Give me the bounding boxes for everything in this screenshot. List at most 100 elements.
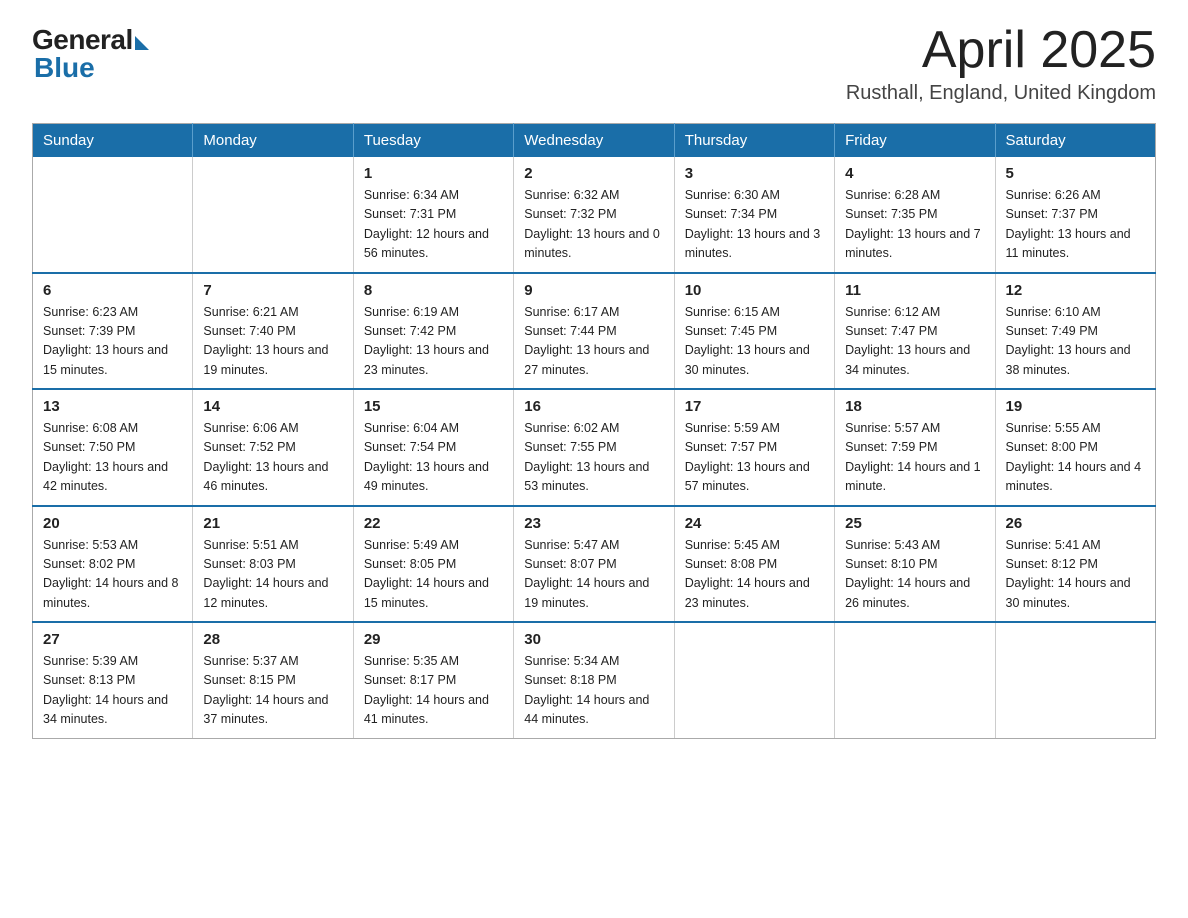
day-number: 8: [364, 282, 503, 299]
day-info: Sunrise: 5:43 AM Sunset: 8:10 PM Dayligh…: [845, 536, 984, 614]
day-number: 13: [43, 398, 182, 415]
day-number: 27: [43, 631, 182, 648]
calendar-cell: 17 Sunrise: 5:59 AM Sunset: 7:57 PM Dayli…: [674, 389, 834, 506]
calendar-cell: 24 Sunrise: 5:45 AM Sunset: 8:08 PM Dayli…: [674, 506, 834, 623]
day-number: 25: [845, 515, 984, 532]
calendar-table: SundayMondayTuesdayWednesdayThursdayFrid…: [32, 123, 1156, 739]
calendar-cell: 12 Sunrise: 6:10 AM Sunset: 7:49 PM Dayli…: [995, 273, 1155, 390]
day-info: Sunrise: 5:35 AM Sunset: 8:17 PM Dayligh…: [364, 652, 503, 730]
calendar-week-row: 13 Sunrise: 6:08 AM Sunset: 7:50 PM Dayli…: [33, 389, 1156, 506]
calendar-cell: 10 Sunrise: 6:15 AM Sunset: 7:45 PM Dayli…: [674, 273, 834, 390]
logo-arrow-icon: [135, 36, 149, 50]
calendar-cell: 26Sunrise: 5:41 AM Sunset: 8:12 PM Dayli…: [995, 506, 1155, 623]
day-number: 12: [1006, 282, 1145, 299]
calendar-cell: 30 Sunrise: 5:34 AM Sunset: 8:18 PM Dayli…: [514, 622, 674, 738]
logo: General Blue: [32, 24, 149, 84]
calendar-cell: 3Sunrise: 6:30 AM Sunset: 7:34 PM Daylig…: [674, 157, 834, 273]
calendar-cell: [835, 622, 995, 738]
calendar-cell: 22 Sunrise: 5:49 AM Sunset: 8:05 PM Dayli…: [353, 506, 513, 623]
calendar-cell: 4Sunrise: 6:28 AM Sunset: 7:35 PM Daylig…: [835, 157, 995, 273]
calendar-cell: 21Sunrise: 5:51 AM Sunset: 8:03 PM Dayli…: [193, 506, 353, 623]
calendar-cell: 20 Sunrise: 5:53 AM Sunset: 8:02 PM Dayli…: [33, 506, 193, 623]
day-number: 14: [203, 398, 342, 415]
day-number: 29: [364, 631, 503, 648]
calendar-cell: 9 Sunrise: 6:17 AM Sunset: 7:44 PM Daylig…: [514, 273, 674, 390]
day-number: 24: [685, 515, 824, 532]
day-info: Sunrise: 6:04 AM Sunset: 7:54 PM Dayligh…: [364, 419, 503, 497]
calendar-week-row: 27 Sunrise: 5:39 AM Sunset: 8:13 PM Dayli…: [33, 622, 1156, 738]
day-info: Sunrise: 6:10 AM Sunset: 7:49 PM Dayligh…: [1006, 303, 1145, 381]
day-info: Sunrise: 6:19 AM Sunset: 7:42 PM Dayligh…: [364, 303, 503, 381]
logo-blue-text: Blue: [32, 52, 95, 84]
day-info: Sunrise: 6:02 AM Sunset: 7:55 PM Dayligh…: [524, 419, 663, 497]
calendar-cell: 29 Sunrise: 5:35 AM Sunset: 8:17 PM Dayli…: [353, 622, 513, 738]
calendar-cell: 15 Sunrise: 6:04 AM Sunset: 7:54 PM Dayli…: [353, 389, 513, 506]
day-number: 6: [43, 282, 182, 299]
weekday-header-thursday: Thursday: [674, 124, 834, 158]
day-number: 15: [364, 398, 503, 415]
day-info: Sunrise: 5:55 AM Sunset: 8:00 PM Dayligh…: [1006, 419, 1145, 497]
day-number: 9: [524, 282, 663, 299]
day-number: 2: [524, 165, 663, 182]
day-number: 20: [43, 515, 182, 532]
weekday-header-friday: Friday: [835, 124, 995, 158]
day-info: Sunrise: 6:23 AM Sunset: 7:39 PM Dayligh…: [43, 303, 182, 381]
day-info: Sunrise: 5:37 AM Sunset: 8:15 PM Dayligh…: [203, 652, 342, 730]
calendar-cell: 11 Sunrise: 6:12 AM Sunset: 7:47 PM Dayli…: [835, 273, 995, 390]
weekday-header-wednesday: Wednesday: [514, 124, 674, 158]
day-info: Sunrise: 6:17 AM Sunset: 7:44 PM Dayligh…: [524, 303, 663, 381]
day-number: 23: [524, 515, 663, 532]
calendar-cell: 2Sunrise: 6:32 AM Sunset: 7:32 PM Daylig…: [514, 157, 674, 273]
day-info: Sunrise: 6:26 AM Sunset: 7:37 PM Dayligh…: [1006, 186, 1145, 264]
day-number: 19: [1006, 398, 1145, 415]
calendar-cell: 13 Sunrise: 6:08 AM Sunset: 7:50 PM Dayli…: [33, 389, 193, 506]
page-header: General Blue April 2025 Rusthall, Englan…: [32, 24, 1156, 105]
day-number: 7: [203, 282, 342, 299]
calendar-cell: [33, 157, 193, 273]
day-info: Sunrise: 5:53 AM Sunset: 8:02 PM Dayligh…: [43, 536, 182, 614]
day-number: 16: [524, 398, 663, 415]
day-info: Sunrise: 5:34 AM Sunset: 8:18 PM Dayligh…: [524, 652, 663, 730]
day-info: Sunrise: 5:51 AM Sunset: 8:03 PM Dayligh…: [203, 536, 342, 614]
day-number: 1: [364, 165, 503, 182]
day-number: 22: [364, 515, 503, 532]
day-info: Sunrise: 5:45 AM Sunset: 8:08 PM Dayligh…: [685, 536, 824, 614]
calendar-cell: 5 Sunrise: 6:26 AM Sunset: 7:37 PM Daylig…: [995, 157, 1155, 273]
calendar-cell: 1Sunrise: 6:34 AM Sunset: 7:31 PM Daylig…: [353, 157, 513, 273]
calendar-cell: 7Sunrise: 6:21 AM Sunset: 7:40 PM Daylig…: [193, 273, 353, 390]
calendar-cell: 6 Sunrise: 6:23 AM Sunset: 7:39 PM Daylig…: [33, 273, 193, 390]
calendar-cell: 8 Sunrise: 6:19 AM Sunset: 7:42 PM Daylig…: [353, 273, 513, 390]
weekday-header-monday: Monday: [193, 124, 353, 158]
day-number: 5: [1006, 165, 1145, 182]
day-info: Sunrise: 6:06 AM Sunset: 7:52 PM Dayligh…: [203, 419, 342, 497]
calendar-cell: [193, 157, 353, 273]
location-subtitle: Rusthall, England, United Kingdom: [846, 82, 1156, 105]
day-number: 11: [845, 282, 984, 299]
calendar-cell: 27 Sunrise: 5:39 AM Sunset: 8:13 PM Dayli…: [33, 622, 193, 738]
calendar-cell: 16 Sunrise: 6:02 AM Sunset: 7:55 PM Dayli…: [514, 389, 674, 506]
day-info: Sunrise: 5:49 AM Sunset: 8:05 PM Dayligh…: [364, 536, 503, 614]
calendar-header-row: SundayMondayTuesdayWednesdayThursdayFrid…: [33, 124, 1156, 158]
title-area: April 2025 Rusthall, England, United Kin…: [846, 24, 1156, 105]
day-number: 26: [1006, 515, 1145, 532]
weekday-header-sunday: Sunday: [33, 124, 193, 158]
day-number: 3: [685, 165, 824, 182]
calendar-cell: 14 Sunrise: 6:06 AM Sunset: 7:52 PM Dayli…: [193, 389, 353, 506]
day-info: Sunrise: 6:12 AM Sunset: 7:47 PM Dayligh…: [845, 303, 984, 381]
month-title: April 2025: [846, 24, 1156, 76]
weekday-header-saturday: Saturday: [995, 124, 1155, 158]
day-info: Sunrise: 6:28 AM Sunset: 7:35 PM Dayligh…: [845, 186, 984, 264]
day-number: 17: [685, 398, 824, 415]
day-info: Sunrise: 5:57 AM Sunset: 7:59 PM Dayligh…: [845, 419, 984, 497]
day-info: Sunrise: 6:15 AM Sunset: 7:45 PM Dayligh…: [685, 303, 824, 381]
day-number: 28: [203, 631, 342, 648]
calendar-cell: 28 Sunrise: 5:37 AM Sunset: 8:15 PM Dayli…: [193, 622, 353, 738]
day-info: Sunrise: 6:08 AM Sunset: 7:50 PM Dayligh…: [43, 419, 182, 497]
calendar-cell: 23Sunrise: 5:47 AM Sunset: 8:07 PM Dayli…: [514, 506, 674, 623]
day-number: 30: [524, 631, 663, 648]
day-info: Sunrise: 5:59 AM Sunset: 7:57 PM Dayligh…: [685, 419, 824, 497]
day-number: 10: [685, 282, 824, 299]
day-info: Sunrise: 5:39 AM Sunset: 8:13 PM Dayligh…: [43, 652, 182, 730]
day-number: 18: [845, 398, 984, 415]
calendar-cell: 18 Sunrise: 5:57 AM Sunset: 7:59 PM Dayli…: [835, 389, 995, 506]
